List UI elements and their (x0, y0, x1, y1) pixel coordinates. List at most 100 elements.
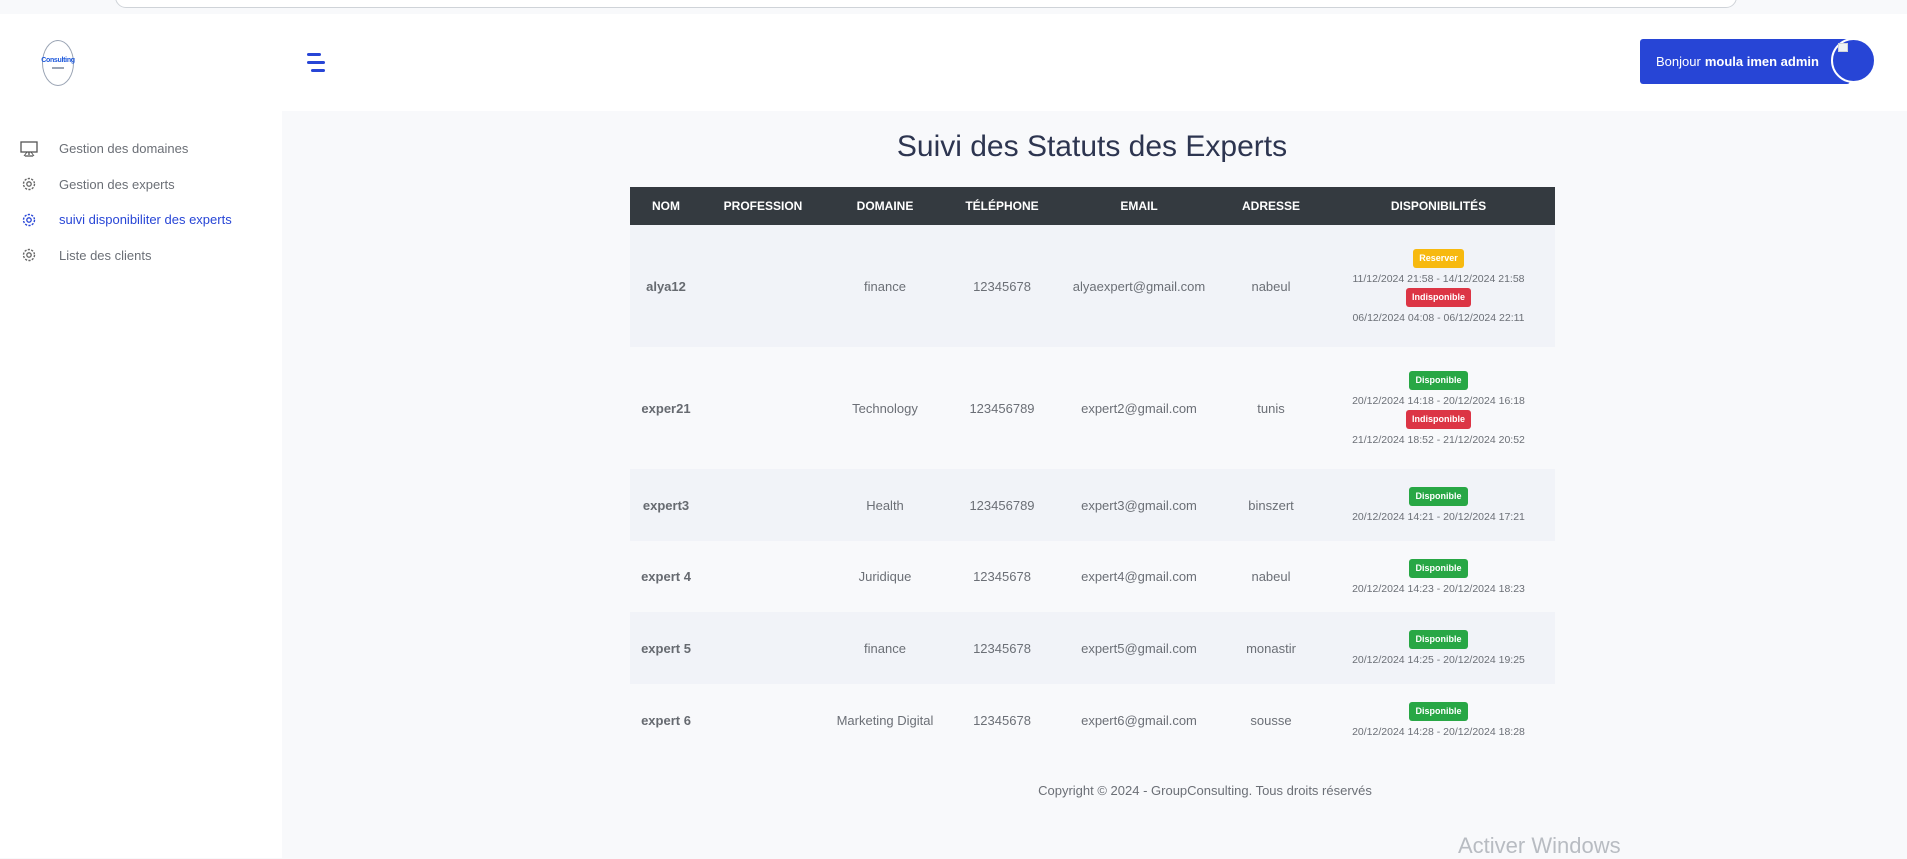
cell-email: expert4@gmail.com (1058, 541, 1220, 612)
experts-table: NOM PROFESSION DOMAINE TÉLÉPHONE EMAIL A… (630, 187, 1555, 756)
broken-image-icon (1838, 43, 1848, 52)
cell-adresse: tunis (1220, 347, 1322, 469)
gear-icon (18, 209, 40, 231)
cell-nom: alya12 (630, 225, 702, 347)
cell-disponibilites: Disponible 20/12/2024 14:21 - 20/12/2024 … (1322, 469, 1555, 541)
cell-nom: exper21 (630, 347, 702, 469)
cell-disponibilites: Reserver 11/12/2024 21:58 - 14/12/2024 21… (1322, 225, 1555, 347)
table-header-row: NOM PROFESSION DOMAINE TÉLÉPHONE EMAIL A… (630, 187, 1555, 225)
page-title: Suivi des Statuts des Experts (896, 130, 1288, 163)
table-row: alya12 finance 12345678 alyaexpert@gmail.co… (630, 225, 1555, 347)
table-row: expert 6 Marketing Digital 12345678 expert6… (630, 684, 1555, 756)
cell-domaine: finance (824, 612, 946, 684)
sidebar-item-label: Gestion des experts (59, 176, 175, 192)
status-badge: Disponible (1409, 370, 1468, 390)
cell-nom: expert 4 (630, 541, 702, 612)
cell-nom: expert 6 (630, 684, 702, 756)
cell-domaine: finance (824, 225, 946, 347)
status-badge: Disponible (1409, 630, 1468, 649)
cell-email: expert6@gmail.com (1058, 684, 1220, 756)
cell-telephone: 12345678 (946, 684, 1058, 756)
avatar[interactable] (1831, 38, 1876, 83)
cell-domaine: Marketing Digital (824, 684, 946, 756)
column-header-adresse: ADRESSE (1220, 187, 1322, 225)
cell-email: alyaexpert@gmail.com (1058, 225, 1220, 347)
availability-slot: Indisponible 21/12/2024 18:52 - 21/12/202… (1328, 409, 1549, 446)
menu-toggle-icon[interactable] (305, 51, 327, 75)
logo-text: Consulting (41, 57, 75, 64)
cell-domaine: Technology (824, 347, 946, 469)
availability-slot: Disponible 20/12/2024 14:21 - 20/12/2024 … (1328, 487, 1549, 523)
availability-slot: Disponible 20/12/2024 14:23 - 20/12/2024 … (1328, 558, 1549, 595)
browser-address-bar (115, 0, 1737, 8)
cell-adresse: nabeul (1220, 225, 1322, 347)
sidebar-item-liste-clients[interactable]: Liste des clients (0, 238, 282, 274)
availability-slot: Disponible 20/12/2024 14:28 - 20/12/2024 … (1328, 702, 1549, 738)
greeting-text: Bonjour (1656, 54, 1701, 69)
sidebar-item-label: suivi disponibiliter des experts (59, 212, 232, 228)
sidebar-nav: Gestion des domaines Gestion des experts… (0, 131, 282, 273)
cell-disponibilites: Disponible 20/12/2024 14:25 - 20/12/2024 … (1322, 612, 1555, 684)
availability-slot: Reserver 11/12/2024 21:58 - 14/12/2024 21… (1328, 248, 1549, 285)
logo: Consulting (41, 40, 75, 86)
cell-telephone: 12345678 (946, 541, 1058, 612)
availability-slot: Indisponible 06/12/2024 04:08 - 06/12/202… (1328, 287, 1549, 324)
cell-profession (702, 541, 824, 612)
cell-telephone: 123456789 (946, 347, 1058, 469)
windows-activation-watermark: Activer Windows (1458, 833, 1621, 858)
status-badge: Disponible (1409, 487, 1468, 506)
column-header-telephone: TÉLÉPHONE (946, 187, 1058, 225)
logo-underline (52, 67, 64, 69)
cell-email: expert3@gmail.com (1058, 469, 1220, 541)
cell-disponibilites: Disponible 20/12/2024 14:18 - 20/12/2024 … (1322, 347, 1555, 469)
column-header-profession: PROFESSION (702, 187, 824, 225)
cell-domaine: Juridique (824, 541, 946, 612)
monitor-icon (18, 138, 40, 160)
cell-nom: expert 5 (630, 612, 702, 684)
cell-telephone: 123456789 (946, 469, 1058, 541)
column-header-disponibilites: DISPONIBILITÉS (1322, 187, 1555, 225)
availability-range: 06/12/2024 04:08 - 06/12/2024 22:11 (1352, 311, 1525, 324)
cell-adresse: monastir (1220, 612, 1322, 684)
column-header-nom: NOM (630, 187, 702, 225)
cell-profession (702, 225, 824, 347)
table-row: exper21 Technology 123456789 expert2@gmail.… (630, 347, 1555, 469)
sidebar: Consulting Gestion des domaines Gestion … (0, 14, 282, 858)
user-menu-button[interactable]: Bonjour moula imen admin (1640, 39, 1850, 84)
cell-adresse: nabeul (1220, 541, 1322, 612)
cell-profession (702, 347, 824, 469)
availability-range: 11/12/2024 21:58 - 14/12/2024 21:58 (1352, 272, 1525, 285)
table-body: alya12 finance 12345678 alyaexpert@gmail.co… (630, 225, 1555, 756)
cell-telephone: 12345678 (946, 612, 1058, 684)
gear-icon (18, 244, 40, 266)
table-row: expert3 Health 123456789 expert3@gmail.com b… (630, 469, 1555, 541)
availability-range: 21/12/2024 18:52 - 21/12/2024 20:52 (1352, 433, 1525, 446)
availability-slot: Disponible 20/12/2024 14:18 - 20/12/2024 … (1328, 370, 1549, 407)
cell-email: expert5@gmail.com (1058, 612, 1220, 684)
cell-disponibilites: Disponible 20/12/2024 14:28 - 20/12/2024 … (1322, 684, 1555, 756)
status-badge: Indisponible (1406, 409, 1471, 429)
sidebar-item-suivi-disponibilite[interactable]: suivi disponibiliter des experts (0, 202, 282, 238)
status-badge: Indisponible (1406, 287, 1471, 307)
top-header: Bonjour moula imen admin (282, 14, 1907, 111)
sidebar-item-label: Liste des clients (59, 247, 152, 263)
table-row: expert 5 finance 12345678 expert5@gmail.com… (630, 612, 1555, 684)
availability-range: 20/12/2024 14:23 - 20/12/2024 18:23 (1352, 582, 1525, 595)
sidebar-item-gestion-experts[interactable]: Gestion des experts (0, 167, 282, 203)
status-badge: Disponible (1409, 558, 1468, 578)
cell-nom: expert3 (630, 469, 702, 541)
sidebar-item-label: Gestion des domaines (59, 141, 189, 157)
table-row: expert 4 Juridique 12345678 expert4@gmail.c… (630, 541, 1555, 612)
availability-range: 20/12/2024 14:25 - 20/12/2024 19:25 (1352, 654, 1525, 666)
cell-domaine: Health (824, 469, 946, 541)
cell-telephone: 12345678 (946, 225, 1058, 347)
gear-icon (18, 173, 40, 195)
cell-profession (702, 469, 824, 541)
availability-slot: Disponible 20/12/2024 14:25 - 20/12/2024 … (1328, 630, 1549, 666)
availability-range: 20/12/2024 14:28 - 20/12/2024 18:28 (1352, 726, 1525, 738)
column-header-email: EMAIL (1058, 187, 1220, 225)
availability-range: 20/12/2024 14:18 - 20/12/2024 16:18 (1352, 394, 1525, 407)
status-badge: Disponible (1409, 702, 1468, 721)
sidebar-item-gestion-domaines[interactable]: Gestion des domaines (0, 131, 282, 167)
cell-adresse: sousse (1220, 684, 1322, 756)
